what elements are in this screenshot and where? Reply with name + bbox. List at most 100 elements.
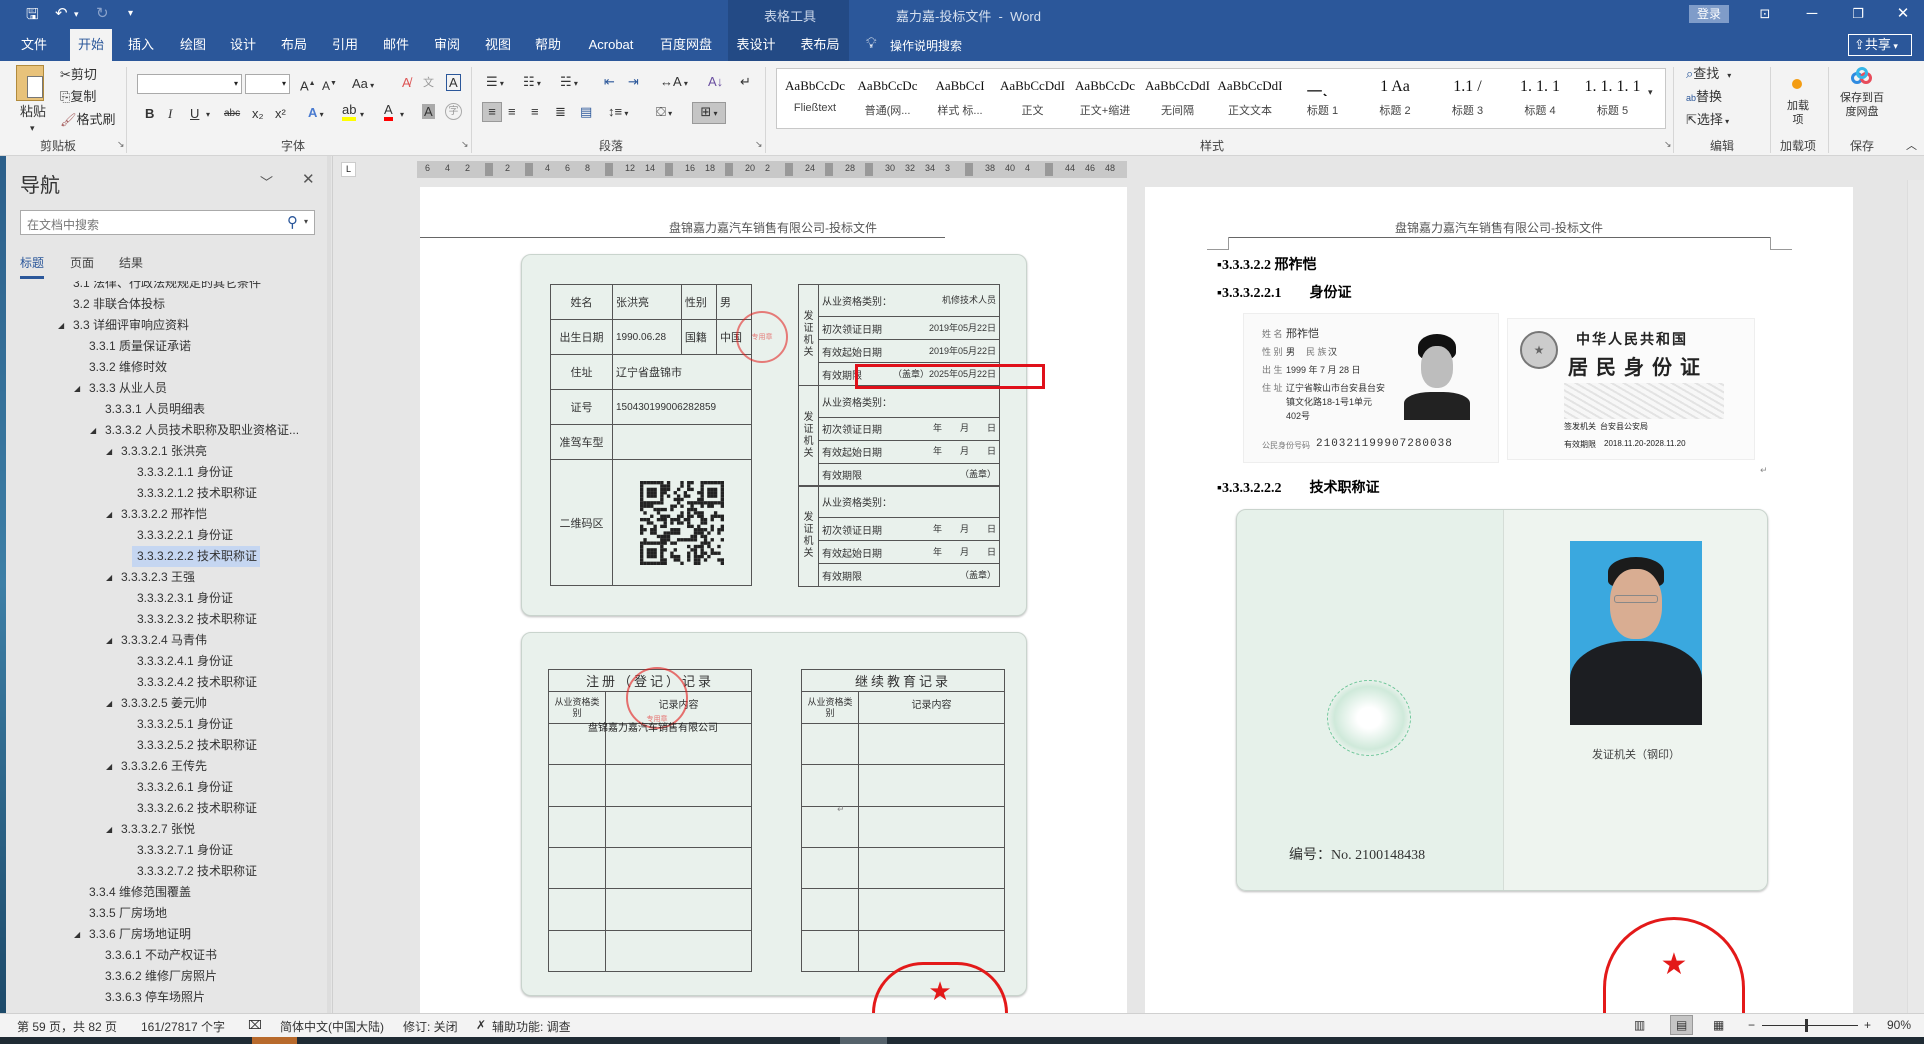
underline-dropdown-icon[interactable]: ▾ [206, 106, 210, 124]
nav-heading-item[interactable]: 3.3.3.1 人员明细表 [0, 399, 300, 420]
align-left-button[interactable]: ≡ [482, 102, 502, 122]
addins-icon[interactable] [1792, 79, 1802, 89]
line-spacing-icon[interactable]: ↕≡ ▾ [608, 103, 628, 123]
expand-triangle-icon[interactable]: ◢ [106, 441, 112, 462]
minimize-button[interactable]: ─ [1792, 2, 1832, 26]
character-border-icon[interactable]: A [446, 74, 461, 91]
expand-triangle-icon[interactable]: ◢ [106, 504, 112, 525]
nav-heading-item[interactable]: ◢ 3.3.3.2.3 王强 [0, 567, 300, 588]
nav-heading-item[interactable]: 3.3.3.2.5.1 身份证 [0, 714, 300, 735]
accessibility-status[interactable]: 辅助功能: 调查 [492, 1018, 571, 1035]
nav-heading-item[interactable]: ◢ 3.3.3.2.6 王传先 [0, 756, 300, 777]
proofing-icon[interactable]: ⌧ [248, 1018, 262, 1032]
clipboard-launcher-icon[interactable]: ↘ [117, 139, 125, 150]
enclose-characters-icon[interactable]: 字 [445, 103, 462, 120]
nav-heading-item[interactable]: ◢ 3.3.6 厂房场地证明 [0, 924, 300, 945]
italic-button[interactable]: I [168, 105, 172, 123]
share-button[interactable]: ⇪共享 ▾ [1848, 34, 1912, 56]
style-item[interactable]: 1.1 / 标题 3 [1432, 69, 1504, 128]
paste-dropdown-icon[interactable]: ▾ [30, 119, 35, 137]
read-mode-icon[interactable]: ▥ [1634, 1018, 1645, 1032]
nav-heading-item[interactable]: 3.3.3.2.2.1 身份证 [0, 525, 300, 546]
increase-indent-icon[interactable]: ⇥ [628, 73, 639, 91]
baidu-cloud-icon[interactable] [1851, 67, 1873, 87]
tab-8[interactable]: 审阅 [426, 29, 468, 61]
tab-4[interactable]: 设计 [222, 29, 264, 61]
tab-7[interactable]: 邮件 [375, 29, 417, 61]
expand-triangle-icon[interactable]: ◢ [106, 756, 112, 777]
phonetic-guide-icon[interactable]: 文 [423, 74, 434, 92]
nav-heading-item[interactable]: 3.3.3.2.6.1 身份证 [0, 777, 300, 798]
style-item[interactable]: AaBbCcDdI 正文 [997, 69, 1069, 128]
borders-icon[interactable]: ⊞ ▾ [692, 102, 726, 124]
subscript-button[interactable]: x₂ [252, 105, 264, 123]
style-item[interactable]: AaBbCcI 样式 标... [924, 69, 996, 128]
nav-heading-item[interactable]: 3.3.2 维修时效 [0, 357, 300, 378]
nav-heading-item[interactable]: ◢ 3.3.3.2 人员技术职称及职业资格证... [0, 420, 300, 441]
close-button[interactable]: ✕ [1883, 2, 1923, 26]
nav-heading-item[interactable]: ◢ 3.3.3.2.1 张洪亮 [0, 441, 300, 462]
style-item[interactable]: AaBbCcDdI 无间隔 [1142, 69, 1214, 128]
collapse-ribbon-icon[interactable]: ︿ [1906, 137, 1917, 155]
tell-me-search[interactable]: 操作说明搜索 [890, 37, 962, 54]
zoom-level[interactable]: 90% [1887, 1018, 1911, 1032]
change-case-button[interactable]: Aa ▾ [352, 75, 374, 95]
style-item[interactable]: AaBbCcDc 普通(网... [852, 69, 924, 128]
search-options-chevron-icon[interactable]: ▾ [304, 217, 308, 226]
format-painter-button[interactable]: 🖌︎格式刷 [60, 111, 116, 129]
nav-tab-pages[interactable]: 页面 [70, 254, 94, 271]
horizontal-ruler[interactable]: 6 4 2 2 4 6 8 12 14 16 18 20 2 24 28 30 32 34 3 38 40 4 44 46 48 [417, 161, 1127, 178]
zoom-out-button[interactable]: − [1748, 1018, 1755, 1032]
taskbar-item[interactable] [840, 1037, 887, 1044]
style-item[interactable]: 一、 标题 1 [1287, 69, 1359, 128]
zoom-slider-thumb[interactable] [1805, 1019, 1809, 1032]
style-item[interactable]: AaBbCcDc 正文+缩进 [1069, 69, 1141, 128]
expand-triangle-icon[interactable]: ◢ [74, 378, 80, 399]
undo-dropdown-icon[interactable]: ▾ [74, 9, 79, 20]
nav-heading-item[interactable]: 3.3.3.2.7.1 身份证 [0, 840, 300, 861]
bold-button[interactable]: B [145, 105, 154, 123]
nav-heading-item[interactable]: 3.3.3.2.2.2 技术职称证 [0, 546, 300, 567]
select-button[interactable]: ⇱选择 ▾ [1686, 111, 1729, 131]
find-button[interactable]: ⌕查找 ▾ [1686, 65, 1731, 85]
nav-heading-item[interactable]: 3.3.4 维修范围覆盖 [0, 882, 300, 903]
expand-triangle-icon[interactable]: ◢ [106, 693, 112, 714]
shrink-font-icon[interactable]: A▼ [322, 75, 337, 95]
nav-heading-item[interactable]: ◢ 3.3.3.2.4 马青伟 [0, 630, 300, 651]
highlight-icon[interactable]: ab [342, 103, 357, 121]
page-count[interactable]: 第 59 页，共 82 页 [17, 1018, 117, 1035]
tab-6[interactable]: 引用 [324, 29, 366, 61]
gallery-more-icon[interactable]: ▾ [1648, 83, 1653, 101]
nav-heading-item[interactable]: ◢ 3.3 详细评审响应资料 [0, 315, 300, 336]
tab-5[interactable]: 布局 [273, 29, 315, 61]
font-size-input[interactable]: ▾ [245, 74, 290, 94]
expand-triangle-icon[interactable]: ◢ [74, 924, 80, 945]
customize-toolbar-icon[interactable]: ▾ [128, 8, 133, 19]
nav-options-chevron-icon[interactable]: ﹀ [260, 172, 273, 191]
nav-heading-item[interactable]: 3.2 非联合体投标 [0, 294, 300, 315]
highlight-dropdown-icon[interactable]: ▾ [360, 106, 364, 124]
underline-button[interactable]: U [190, 105, 199, 123]
superscript-button[interactable]: x² [275, 105, 286, 123]
redo-icon[interactable]: ↻ [96, 4, 109, 22]
language[interactable]: 简体中文(中国大陆) [280, 1018, 384, 1035]
nav-heading-item[interactable]: 3.3.3.2.3.2 技术职称证 [0, 609, 300, 630]
nav-heading-item[interactable]: 3.3.3.2.1.1 身份证 [0, 462, 300, 483]
nav-heading-item[interactable]: ◢ 3.3.3.2.5 姜元帅 [0, 693, 300, 714]
nav-heading-item[interactable]: 3.3.6.2 维修厂房照片 [0, 966, 300, 987]
nav-scrollbar[interactable] [327, 156, 331, 1013]
nav-heading-item[interactable]: 3.3.3.2.5.2 技术职称证 [0, 735, 300, 756]
font-launcher-icon[interactable]: ↘ [461, 139, 469, 150]
tab-9[interactable]: 视图 [477, 29, 519, 61]
style-item[interactable]: 1. 1. 1. 1 标题 5 [1577, 69, 1649, 128]
nav-heading-item[interactable]: 3.1 法律、行政法规规定的其它条件 [0, 281, 300, 294]
style-item[interactable]: AaBbCcDc Fließtext [779, 69, 851, 128]
expand-triangle-icon[interactable]: ◢ [90, 420, 96, 441]
zoom-slider[interactable] [1762, 1019, 1858, 1032]
taskbar-item[interactable] [252, 1037, 297, 1044]
expand-triangle-icon[interactable]: ◢ [106, 567, 112, 588]
expand-triangle-icon[interactable]: ◢ [106, 630, 112, 651]
decrease-indent-icon[interactable]: ⇤ [604, 73, 615, 91]
tab-11[interactable]: Acrobat [581, 29, 642, 61]
character-shading-icon[interactable]: A [422, 104, 435, 119]
